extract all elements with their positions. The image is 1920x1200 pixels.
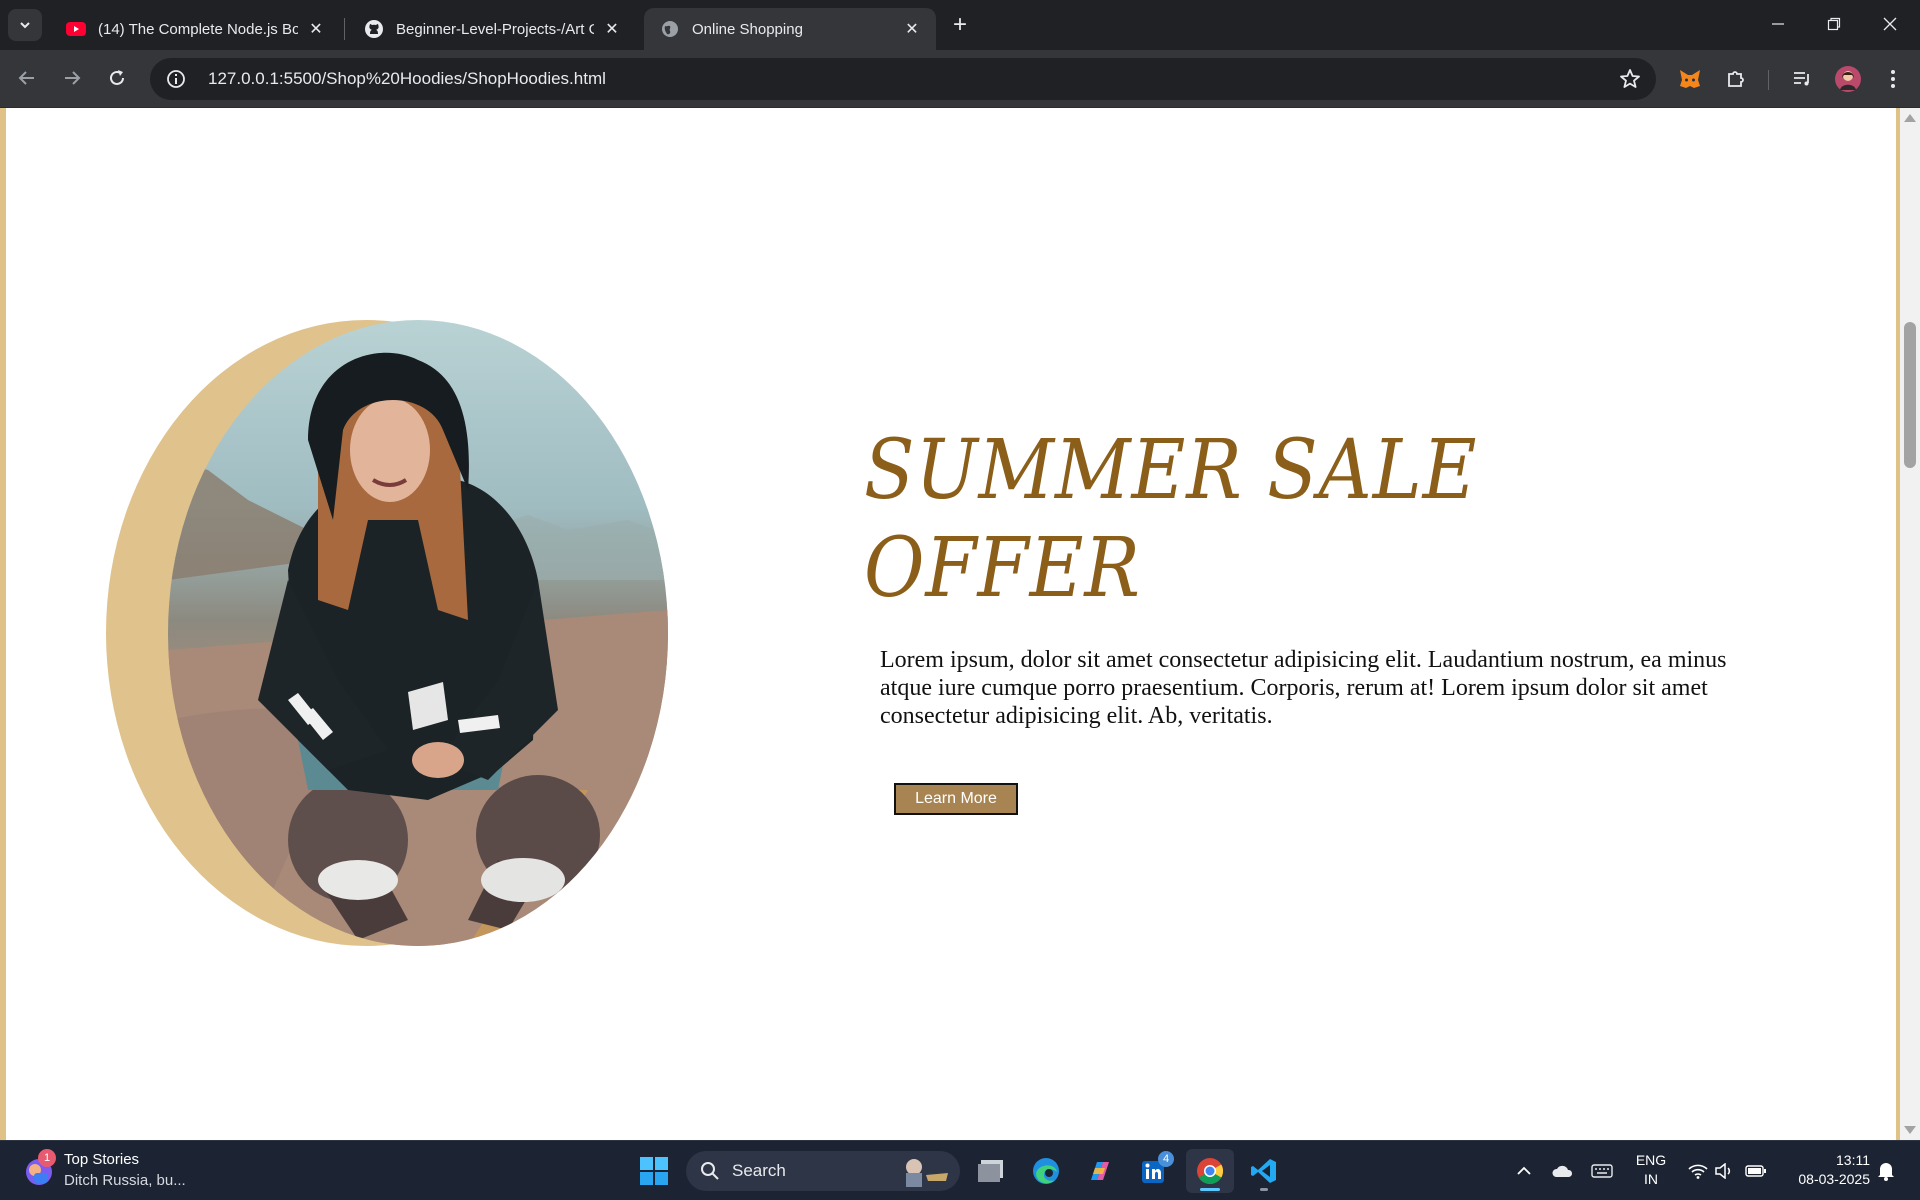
sale-headline-line1: SUMMER SALE [864, 423, 1478, 518]
metamask-extension-icon[interactable] [1676, 65, 1704, 93]
battery-icon[interactable] [1744, 1159, 1768, 1183]
tab-title: Beginner-Level-Projects-/Art Ga [396, 20, 594, 38]
language-indicator[interactable]: ENG IN [1634, 1151, 1668, 1189]
restore-button[interactable] [1806, 0, 1862, 48]
sale-headline: SUMMER SALE OFFER [864, 422, 1602, 618]
search-highlight-image [906, 1159, 948, 1187]
tab-title: Online Shopping [692, 20, 803, 38]
minimize-icon [1772, 23, 1784, 25]
scroll-down-arrow-icon[interactable] [1904, 1126, 1916, 1134]
page-border-left [0, 108, 6, 1140]
close-window-button[interactable] [1862, 0, 1918, 48]
hero-model-photo [168, 320, 668, 946]
tab-github[interactable]: Beginner-Level-Projects-/Art Ga ✕ [348, 8, 636, 50]
sale-description: Lorem ipsum, dolor sit amet consectetur … [880, 647, 1727, 729]
restore-icon [1827, 17, 1841, 31]
search-label: Search [732, 1161, 786, 1180]
tray-overflow-chevron-icon[interactable] [1512, 1159, 1536, 1183]
news-badge: 1 [38, 1149, 56, 1167]
reload-icon [110, 70, 124, 85]
linkedin-app[interactable]: 4 [1130, 1149, 1178, 1193]
copilot-app[interactable] [1076, 1149, 1124, 1193]
close-icon [1883, 17, 1897, 31]
learn-more-button[interactable]: Learn More [894, 783, 1018, 815]
search-icon [701, 1162, 719, 1180]
extensions-puzzle-icon[interactable] [1722, 65, 1750, 93]
keyboard-icon[interactable] [1590, 1159, 1614, 1183]
copilot-icon [1091, 1162, 1109, 1180]
scrollbar-thumb[interactable] [1904, 322, 1916, 468]
close-icon[interactable]: ✕ [306, 19, 326, 39]
globe-icon [660, 19, 680, 39]
new-tab-button[interactable]: + [946, 12, 974, 40]
scroll-up-arrow-icon[interactable] [1904, 114, 1916, 122]
language-region: IN [1644, 1171, 1658, 1187]
open-app-indicator [1260, 1188, 1268, 1191]
more-menu-icon[interactable] [1879, 65, 1907, 93]
onedrive-cloud-icon[interactable] [1550, 1159, 1574, 1183]
windows-start-icon[interactable] [638, 1155, 670, 1187]
notification-bell-icon[interactable] [1874, 1159, 1898, 1183]
address-bar[interactable]: 127.0.0.1:5500/Shop%20Hoodies/ShopHoodie… [150, 58, 1656, 100]
github-icon [364, 19, 384, 39]
news-title: Top Stories [64, 1151, 140, 1168]
windows-taskbar: 1 Top Stories Ditch Russia, bu... Search… [0, 1140, 1920, 1200]
edge-icon [1033, 1158, 1059, 1184]
minimize-button[interactable] [1750, 0, 1806, 48]
clock-time: 13:11 [1836, 1152, 1870, 1168]
chrome-app[interactable] [1186, 1149, 1234, 1193]
tab-online-shopping[interactable]: Online Shopping ✕ [644, 8, 936, 50]
tab-search-button[interactable] [8, 9, 42, 41]
browser-toolbar: 127.0.0.1:5500/Shop%20Hoodies/ShopHoodie… [0, 50, 1920, 108]
chrome-icon [1197, 1158, 1224, 1185]
arrow-left-icon [18, 71, 34, 85]
clock-date: 08-03-2025 [1798, 1171, 1870, 1187]
vertical-scrollbar[interactable] [1900, 108, 1920, 1140]
back-button[interactable] [10, 61, 44, 95]
address-url[interactable]: 127.0.0.1:5500/Shop%20Hoodies/ShopHoodie… [208, 69, 606, 89]
sale-headline-line2: OFFER [864, 521, 1141, 616]
edge-app[interactable] [1022, 1149, 1070, 1193]
tab-title: (14) The Complete Node.js Boo [98, 20, 298, 38]
news-subtitle: Ditch Russia, bu... [64, 1172, 186, 1189]
bookmark-star-icon[interactable] [1618, 67, 1642, 91]
volume-icon[interactable] [1712, 1159, 1736, 1183]
taskbar-search[interactable]: Search [686, 1151, 960, 1191]
media-controls-icon[interactable] [1788, 65, 1816, 93]
active-app-indicator [1200, 1188, 1220, 1191]
chevron-down-icon [20, 22, 30, 29]
close-icon[interactable]: ✕ [902, 19, 922, 39]
arrow-right-icon [65, 71, 81, 85]
folder-icon [978, 1160, 1003, 1182]
browser-tab-strip: (14) The Complete Node.js Boo ✕ Beginner… [0, 0, 1920, 50]
file-explorer-app[interactable] [968, 1149, 1016, 1193]
linkedin-badge: 4 [1158, 1151, 1174, 1167]
tab-nodejs[interactable]: (14) The Complete Node.js Boo ✕ [50, 8, 340, 50]
system-clock[interactable]: 13:11 08-03-2025 [1784, 1151, 1870, 1189]
youtube-icon [66, 19, 86, 39]
site-info-icon[interactable] [164, 67, 188, 91]
vscode-app[interactable] [1240, 1149, 1288, 1193]
close-icon[interactable]: ✕ [602, 19, 622, 39]
reload-button[interactable] [100, 61, 134, 95]
tab-separator [344, 18, 345, 40]
page-viewport: SUMMER SALE OFFER Lorem ipsum, dolor sit… [0, 108, 1920, 1140]
forward-button[interactable] [55, 61, 89, 95]
profile-avatar[interactable] [1834, 65, 1862, 93]
wifi-icon[interactable] [1686, 1159, 1710, 1183]
toolbar-divider [1768, 70, 1769, 90]
vscode-icon [1251, 1159, 1276, 1183]
language-code: ENG [1635, 1152, 1667, 1168]
